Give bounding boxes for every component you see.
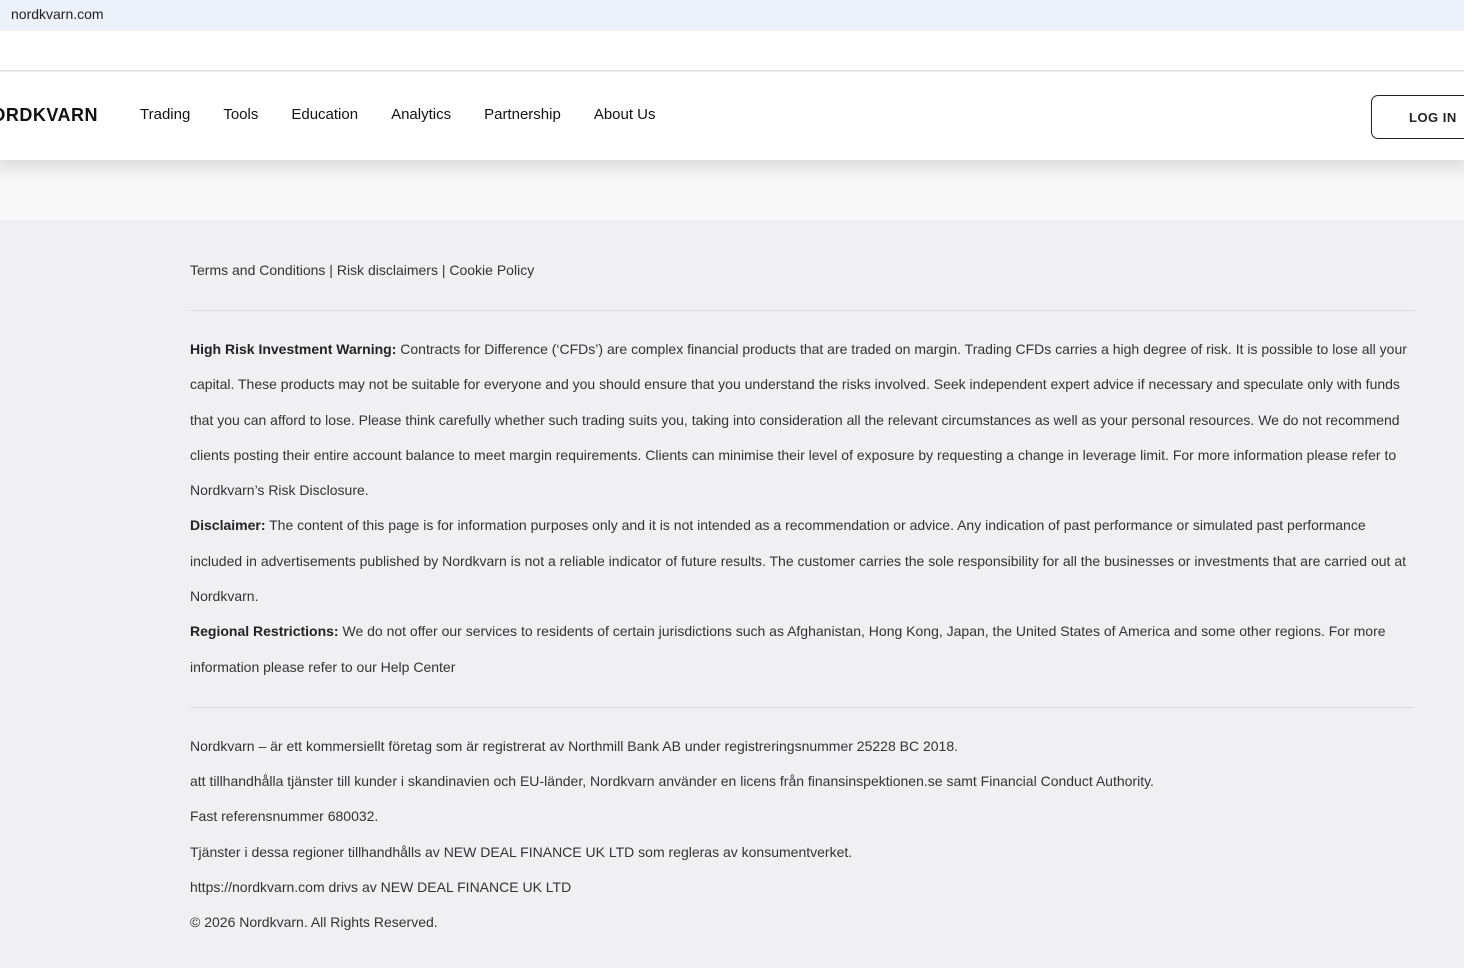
divider bbox=[190, 707, 1415, 708]
regional-restrictions: Regional Restrictions: We do not offer o… bbox=[190, 614, 1420, 685]
divider bbox=[190, 310, 1415, 311]
content-band bbox=[0, 160, 1464, 220]
registration-line: Tjänster i dessa regioner tillhandhålls … bbox=[190, 843, 853, 860]
top-spacer bbox=[0, 31, 1464, 71]
address-bar[interactable]: nordkvarn.com bbox=[0, 0, 1464, 31]
disclaimer-title: Disclaimer: bbox=[190, 517, 266, 534]
risk-warning: High Risk Investment Warning: Contracts … bbox=[190, 332, 1420, 508]
cookie-policy-link[interactable]: Cookie Policy bbox=[449, 262, 534, 278]
nav-about-us[interactable]: About Us bbox=[594, 106, 656, 123]
registration-line: https://nordkvarn.com drivs av NEW DEAL … bbox=[190, 878, 572, 895]
site-header: NORDKVARN Trading Tools Education Analyt… bbox=[0, 72, 1464, 160]
regional-title: Regional Restrictions: bbox=[190, 623, 339, 640]
risk-warning-text: Contracts for Difference (‘CFDs’) are co… bbox=[190, 341, 1407, 499]
nav-tools[interactable]: Tools bbox=[223, 106, 258, 123]
url-text: nordkvarn.com bbox=[11, 6, 104, 22]
nav-education[interactable]: Education bbox=[291, 106, 358, 123]
nav-trading[interactable]: Trading bbox=[140, 106, 190, 123]
registration-line: Fast referensnummer 680032. bbox=[190, 808, 379, 825]
separator: | bbox=[437, 262, 450, 278]
help-center-link[interactable]: Help Center bbox=[381, 659, 456, 675]
nav-partnership[interactable]: Partnership bbox=[484, 106, 561, 123]
terms-link[interactable]: Terms and Conditions bbox=[190, 262, 325, 278]
registration-info: Nordkvarn – är ett kommersiellt företag … bbox=[190, 729, 1154, 940]
copyright: © 2026 Nordkvarn. All Rights Reserved. bbox=[190, 914, 438, 931]
regional-text: We do not offer our services to resident… bbox=[190, 623, 1386, 675]
registration-line: Nordkvarn – är ett kommersiellt företag … bbox=[190, 738, 958, 754]
main-menu: Trading Tools Education Analytics Partne… bbox=[140, 106, 689, 123]
registration-line: att tillhandhålla tjänster till kunder i… bbox=[190, 773, 1154, 790]
legal-text: High Risk Investment Warning: Contracts … bbox=[190, 332, 1420, 685]
login-button[interactable]: LOG IN bbox=[1371, 95, 1464, 139]
disclaimer: Disclaimer: The content of this page is … bbox=[190, 508, 1420, 614]
footer-links: Terms and Conditions | Risk disclaimers … bbox=[190, 262, 534, 278]
disclaimer-text: The content of this page is for informat… bbox=[190, 517, 1407, 605]
risk-warning-title: High Risk Investment Warning: bbox=[190, 341, 397, 357]
separator: | bbox=[325, 262, 337, 278]
logo[interactable]: NORDKVARN bbox=[0, 105, 98, 126]
risk-disclaimers-link[interactable]: Risk disclaimers bbox=[337, 262, 438, 278]
nav-analytics[interactable]: Analytics bbox=[391, 106, 451, 123]
